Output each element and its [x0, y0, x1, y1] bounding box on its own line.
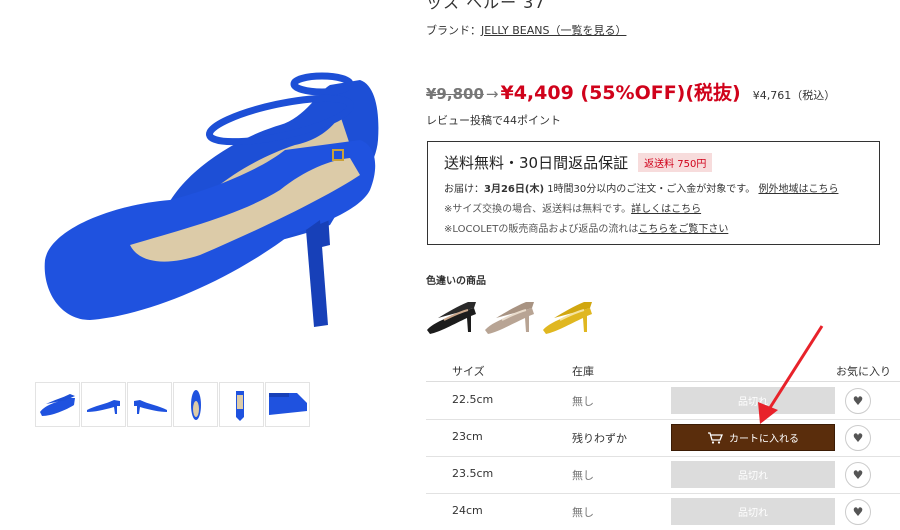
- locolet-text: ※LOCOLETの販売商品および返品の流れは: [444, 224, 639, 235]
- stock-cell: 無し: [572, 395, 594, 408]
- sold-out-button: 品切れ: [671, 498, 835, 525]
- size-row-23: 23cm 残りわずか カートに入れる ♥: [426, 419, 900, 457]
- size-row-22-5: 22.5cm 無し 品切れ ♥: [426, 382, 900, 420]
- tax-included-price: ¥4,761（税込）: [752, 89, 836, 102]
- old-price: ¥9,800: [426, 85, 484, 103]
- exchange-line: ※サイズ交換の場合、返送料は無料です。詳しくはこちら: [444, 200, 863, 215]
- price-arrow: →: [485, 85, 499, 103]
- shipping-info-box: 送料無料・30日間返品保証 返送料 750円 お届け：3月26日(木) 1時間3…: [427, 141, 880, 245]
- product-title: ッス ヘルー 37: [426, 0, 546, 12]
- size-table-header: サイズ 在庫 お気に入り: [426, 359, 900, 382]
- locolet-line: ※LOCOLETの販売商品および返品の流れはこちらをご覧下さい: [444, 220, 863, 235]
- size-row-23-5: 23.5cm 無し 品切れ ♥: [426, 456, 900, 494]
- brand-label: ブランド：: [426, 24, 481, 37]
- delivery-date: 3月26日(木): [484, 184, 545, 195]
- sold-out-button: 品切れ: [671, 387, 835, 414]
- exchange-details-link[interactable]: 詳しくはこちら: [631, 204, 701, 215]
- add-to-cart-label: カートに入れる: [729, 434, 799, 445]
- thumbnail-2[interactable]: [81, 382, 126, 427]
- size-cell: 23cm: [452, 430, 483, 443]
- size-cell: 22.5cm: [452, 393, 494, 406]
- color-swatch-beige[interactable]: [482, 292, 538, 338]
- size-row-24: 24cm 無し 品切れ ♥: [426, 493, 900, 530]
- delivery-prefix: お届け：: [444, 184, 484, 195]
- add-to-cart-button[interactable]: カートに入れる: [671, 424, 835, 451]
- thumbnail-1[interactable]: [35, 382, 80, 427]
- color-swatches: [424, 292, 598, 338]
- thumbnail-3[interactable]: [127, 382, 172, 427]
- color-swatch-yellow[interactable]: [540, 292, 596, 338]
- stock-cell: 残りわずか: [572, 432, 627, 445]
- size-column-header: サイズ: [452, 365, 485, 378]
- color-variants-label: 色違いの商品: [426, 276, 486, 287]
- brand-link[interactable]: JELLY BEANS（一覧を見る）: [481, 24, 626, 37]
- size-cell: 24cm: [452, 504, 483, 517]
- brand-line: ブランド：JELLY BEANS（一覧を見る）: [426, 22, 626, 38]
- size-cell: 23.5cm: [452, 467, 494, 480]
- color-swatch-black[interactable]: [424, 292, 480, 338]
- thumbnail-6[interactable]: [265, 382, 310, 427]
- sale-price: ¥4,409 (55%OFF)(税抜): [500, 82, 741, 104]
- delivery-desc: 1時間30分以内のご注文・ご入金が対象です。: [544, 184, 756, 195]
- locolet-link[interactable]: こちらをご覧下さい: [638, 224, 728, 235]
- thumbnail-strip: [35, 382, 311, 427]
- shipping-title: 送料無料・30日間返品保証: [444, 154, 629, 172]
- favorite-column-header: お気に入り: [836, 365, 891, 378]
- delivery-line: お届け：3月26日(木) 1時間30分以内のご注文・ご入金が対象です。 例外地域…: [444, 180, 863, 195]
- thumbnail-4[interactable]: [173, 382, 218, 427]
- stock-cell: 無し: [572, 506, 594, 519]
- favorite-heart-icon[interactable]: ♥: [845, 425, 871, 451]
- exchange-text: ※サイズ交換の場合、返送料は無料です。: [444, 204, 632, 215]
- stock-column-header: 在庫: [572, 365, 594, 378]
- return-fee-badge: 返送料 750円: [638, 153, 713, 172]
- stock-cell: 無し: [572, 469, 594, 482]
- favorite-heart-icon[interactable]: ♥: [845, 499, 871, 525]
- favorite-heart-icon[interactable]: ♥: [845, 462, 871, 488]
- thumbnail-5[interactable]: [219, 382, 264, 427]
- sold-out-button: 品切れ: [671, 461, 835, 488]
- favorite-heart-icon[interactable]: ♥: [845, 388, 871, 414]
- review-points-text: レビュー投稿で44ポイント: [426, 114, 561, 127]
- main-product-image: [30, 30, 400, 350]
- exception-area-link[interactable]: 例外地域はこちら: [758, 184, 838, 195]
- cart-icon: [707, 431, 723, 444]
- price-line: ¥9,800 → ¥4,409 (55%OFF)(税抜) ¥4,761（税込）: [426, 78, 835, 105]
